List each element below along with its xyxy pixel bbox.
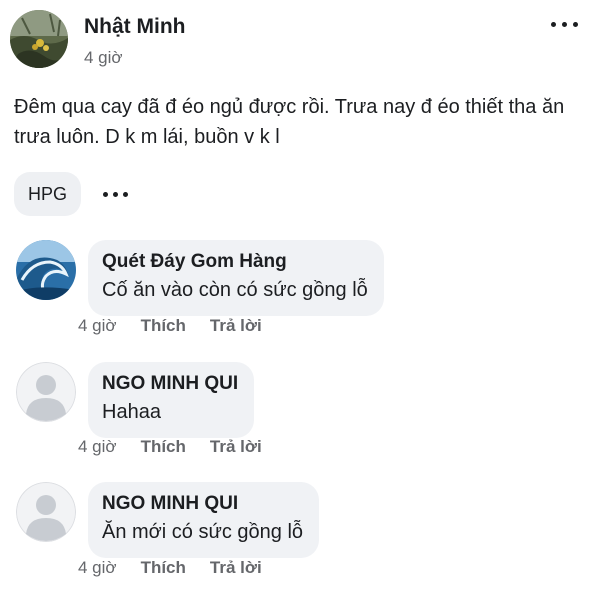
person-silhouette-icon: [16, 482, 76, 542]
commenter-name[interactable]: NGO MINH QUI: [102, 492, 303, 516]
post-header: Nhật Minh 4 giờ: [10, 10, 185, 68]
comment-actions: 4 giờ Thích Trả lời: [78, 316, 286, 336]
commenter-avatar[interactable]: [16, 362, 76, 422]
comment-actions: 4 giờ Thích Trả lời: [78, 437, 286, 457]
comment-bubble: NGO MINH QUI Hahaa: [88, 362, 255, 438]
comment-time[interactable]: 4 giờ: [78, 437, 117, 457]
post-timestamp[interactable]: 4 giờ: [84, 48, 185, 68]
comment-time[interactable]: 4 giờ: [78, 558, 117, 578]
commenter-name[interactable]: NGO MINH QUI: [102, 372, 238, 396]
reply-button[interactable]: Trả lời: [210, 437, 262, 457]
comment-bubble: Quét Đáy Gom Hàng Cố ăn vào còn có sức g…: [88, 240, 384, 316]
reply-button[interactable]: Trả lời: [210, 558, 262, 578]
comment-time[interactable]: 4 giờ: [78, 316, 117, 336]
comment-bubble: NGO MINH QUI Ăn mới có sức gồng lỗ: [88, 482, 320, 558]
person-silhouette-icon: [16, 362, 76, 422]
like-button[interactable]: Thích: [141, 437, 186, 457]
comment-text: Hahaa: [102, 401, 161, 423]
tag-row: HPG: [14, 172, 129, 216]
more-dot: [123, 191, 129, 197]
stock-tag-chip[interactable]: HPG: [14, 172, 82, 216]
more-horizontal-icon: [103, 191, 109, 197]
more-dot: [562, 22, 567, 27]
author-avatar[interactable]: [10, 10, 68, 68]
reply-button[interactable]: Trả lời: [210, 316, 262, 336]
like-button[interactable]: Thích: [141, 558, 186, 578]
tag-more-button[interactable]: [103, 191, 129, 197]
post-text: Đêm qua cay đã đ éo ngủ được rồi. Trưa n…: [14, 96, 565, 148]
ocean-wave-icon: [16, 240, 76, 300]
more-dot: [573, 22, 578, 27]
commenter-name[interactable]: Quét Đáy Gom Hàng: [102, 250, 368, 274]
commenter-avatar[interactable]: [16, 482, 76, 542]
comment-actions: 4 giờ Thích Trả lời: [78, 558, 286, 578]
like-button[interactable]: Thích: [141, 316, 186, 336]
more-dot: [113, 191, 119, 197]
post-more-button[interactable]: [551, 22, 578, 27]
comment-text: Cố ăn vào còn có sức gồng lỗ: [102, 279, 368, 301]
more-horizontal-icon: [551, 22, 556, 27]
commenter-avatar[interactable]: [16, 240, 76, 300]
author-name[interactable]: Nhật Minh: [84, 15, 185, 39]
comment-text: Ăn mới có sức gồng lỗ: [102, 521, 304, 543]
